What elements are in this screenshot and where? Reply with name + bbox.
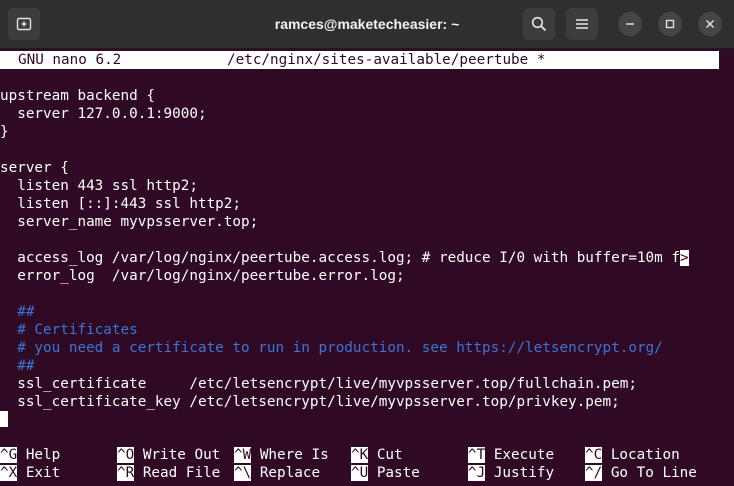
nano-filename: /etc/nginx/sites-available/peertube * [227, 52, 546, 68]
shortcut-key: ^W [234, 447, 252, 463]
shortcut-label: Replace [251, 465, 321, 481]
text-cursor [0, 411, 8, 427]
maximize-icon [665, 19, 675, 29]
shortcut-read-file[interactable]: ^R Read File [117, 464, 220, 482]
comment-line: ## [0, 358, 35, 374]
shortcut-key: ^J [468, 465, 486, 481]
shortcut-label: Help [17, 447, 61, 463]
comment-line: # Certificates [0, 322, 138, 338]
shortcut-key: ^K [351, 447, 369, 463]
shortcut-key: ^C [585, 447, 603, 463]
nano-header: GNU nano 6.2 /etc/nginx/sites-available/… [0, 51, 719, 69]
shortcut-label: Write Out [134, 447, 221, 463]
code-line: server { [0, 160, 69, 176]
code-line: server 127.0.0.1:9000; [0, 106, 207, 122]
minimize-icon [626, 23, 634, 25]
title-bar: ramces@maketecheasier: ~ [0, 0, 734, 49]
shortcut-where-is[interactable]: ^W Where Is [234, 446, 329, 464]
shortcut-label: Location [602, 447, 680, 463]
shortcut-key: ^T [468, 447, 486, 463]
shortcut-replace[interactable]: ^\ Replace [234, 464, 320, 482]
line-truncated-marker: > [680, 250, 689, 266]
shortcut-cut[interactable]: ^K Cut [351, 446, 403, 464]
shortcut-key: ^R [117, 465, 135, 481]
code-line: ssl_certificate /etc/letsencrypt/live/my… [0, 376, 637, 392]
comment-line: # you need a certificate to run in produ… [0, 340, 663, 356]
shortcut-label: Go To Line [602, 465, 697, 481]
hamburger-menu-icon [576, 19, 588, 29]
shortcut-write-out[interactable]: ^O Write Out [117, 446, 220, 464]
shortcut-exit[interactable]: ^X Exit [0, 464, 60, 482]
menu-button[interactable] [566, 8, 598, 40]
shortcut-help[interactable]: ^G Help [0, 446, 60, 464]
search-icon [531, 16, 547, 32]
code-line: access_log /var/log/nginx/peertube.acces… [0, 250, 689, 266]
maximize-button[interactable] [658, 12, 682, 36]
shortcut-key: ^X [0, 465, 18, 481]
new-tab-icon [16, 17, 32, 31]
shortcut-key: ^O [117, 447, 135, 463]
shortcut-label: Exit [17, 465, 61, 481]
search-button[interactable] [523, 8, 555, 40]
shortcut-key: ^U [351, 465, 369, 481]
shortcut-label: Where Is [251, 447, 329, 463]
new-tab-button[interactable] [8, 8, 40, 40]
terminal-window: ramces@maketecheasier: ~ GNU nano 6.2 /e… [0, 0, 734, 486]
shortcut-go-to-line[interactable]: ^/ Go To Line [585, 464, 697, 482]
code-line: upstream backend { [0, 88, 155, 104]
shortcut-label: Read File [134, 465, 221, 481]
code-line: server_name myvpsserver.top; [0, 214, 259, 230]
close-icon [706, 20, 714, 28]
shortcut-execute[interactable]: ^T Execute [468, 446, 554, 464]
shortcut-label: Cut [368, 447, 403, 463]
shortcut-key: ^G [0, 447, 18, 463]
close-button[interactable] [698, 12, 722, 36]
nano-version: GNU nano 6.2 [18, 52, 122, 68]
cursor-line [0, 411, 8, 429]
shortcut-key: ^\ [234, 465, 252, 481]
shortcut-location[interactable]: ^C Location [585, 446, 680, 464]
shortcut-label: Paste [368, 465, 420, 481]
code-line: error_log /var/log/nginx/peertube.error.… [0, 268, 405, 284]
shortcut-label: Justify [485, 465, 555, 481]
code-line: listen 443 ssl http2; [0, 178, 198, 194]
code-line: ssl_certificate_key /etc/letsencrypt/liv… [0, 394, 620, 410]
shortcut-justify[interactable]: ^J Justify [468, 464, 554, 482]
comment-line: ## [0, 304, 35, 320]
terminal-content[interactable]: GNU nano 6.2 /etc/nginx/sites-available/… [0, 49, 734, 486]
code-line: listen [::]:443 ssl http2; [0, 196, 242, 212]
shortcut-label: Execute [485, 447, 555, 463]
minimize-button[interactable] [618, 12, 642, 36]
shortcut-paste[interactable]: ^U Paste [351, 464, 420, 482]
code-line: } [0, 124, 9, 140]
shortcut-key: ^/ [585, 465, 603, 481]
